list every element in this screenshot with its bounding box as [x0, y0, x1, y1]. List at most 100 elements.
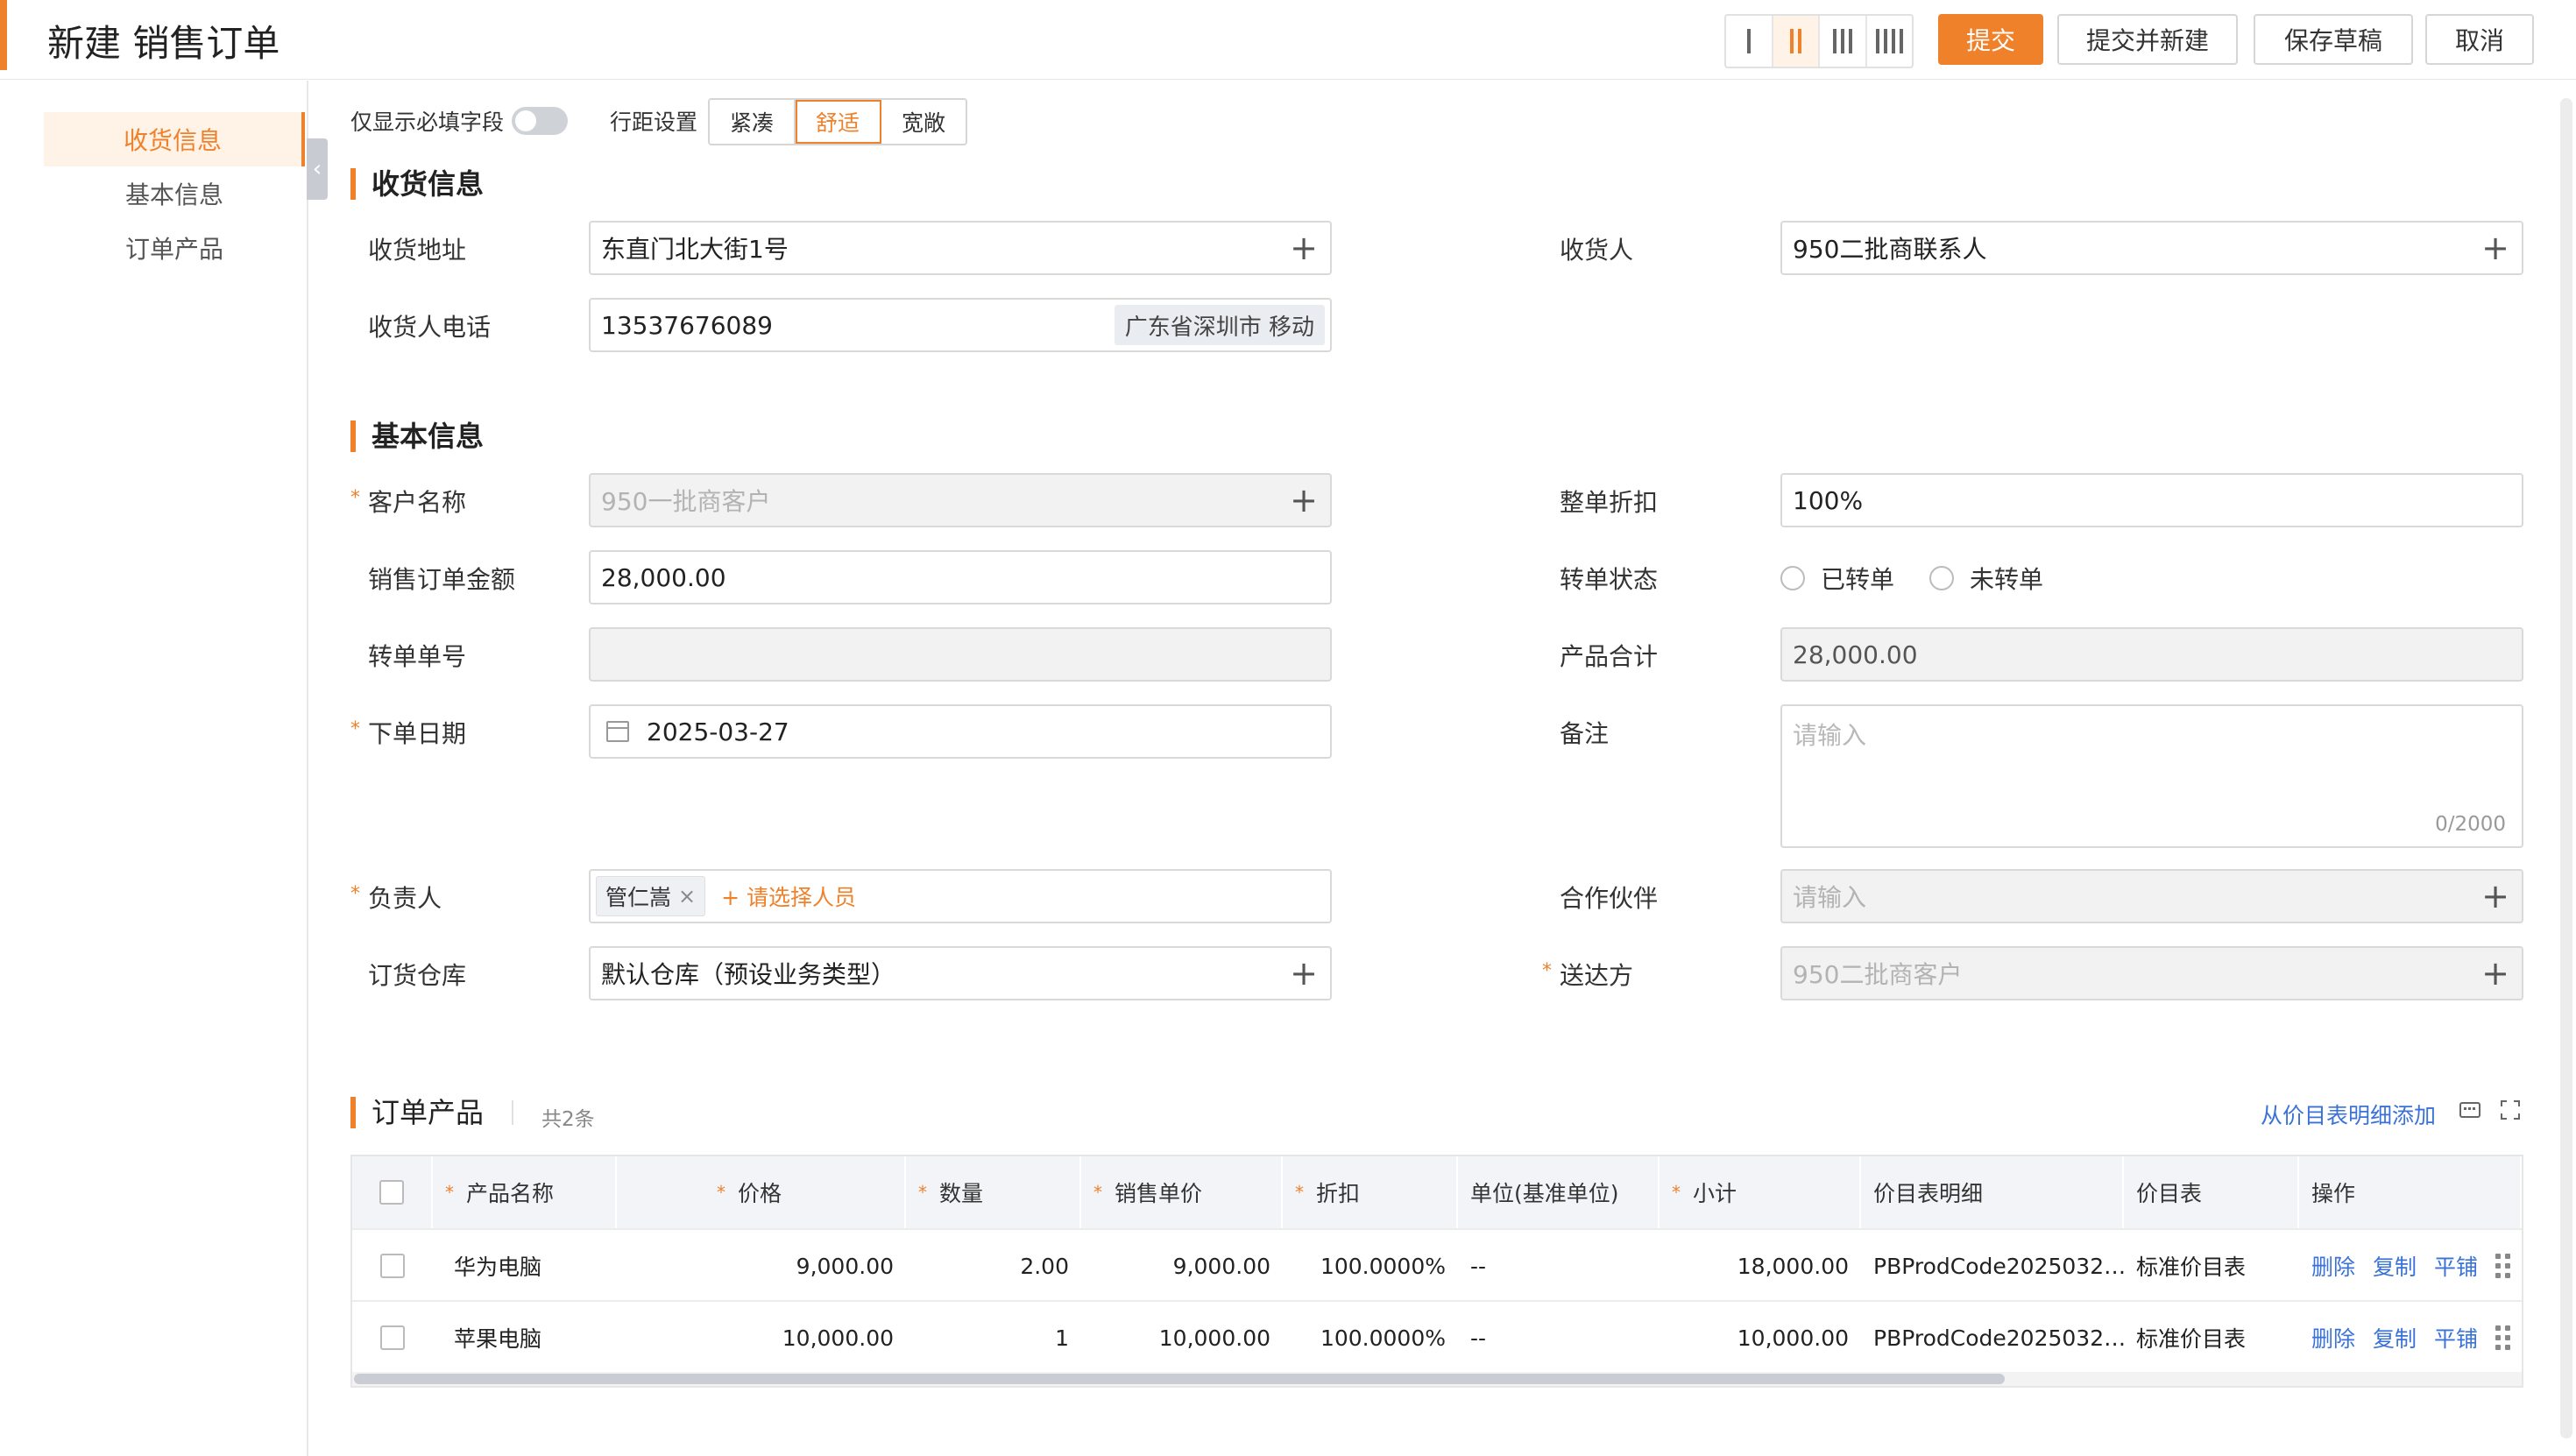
plus-icon[interactable]: + [1290, 231, 1318, 265]
cell-price: 9,000.00 [796, 1253, 894, 1279]
col-unit-price[interactable]: * 销售单价 [1081, 1156, 1283, 1228]
cell-quantity: 2.00 [1020, 1253, 1069, 1279]
owner-tag-label: 管仁嵩 [605, 885, 672, 910]
plus-icon[interactable]: + [2481, 880, 2509, 913]
copy-link[interactable]: 复制 [2373, 1250, 2417, 1282]
transfer-status-label: 转单状态 [1560, 565, 1659, 594]
cell-product-name: 苹果电脑 [454, 1326, 542, 1352]
products-table: * 产品名称 * 价格 * 数量 * 销售单价 * 折扣 单位(基准单位) * 小计 价目表… [350, 1155, 2523, 1388]
page-vertical-scrollbar[interactable] [2560, 98, 2572, 1438]
column-density-switcher [1724, 14, 1914, 68]
warehouse-label: 订货仓库 [368, 961, 467, 990]
discount-input[interactable]: 100% [1780, 473, 2523, 527]
owner-selector[interactable]: 管仁嵩 × + 请选择人员 [589, 869, 1332, 923]
cell-unit-price: 10,000.00 [1158, 1325, 1270, 1351]
cell-product-name: 华为电脑 [454, 1255, 542, 1280]
cell-quantity: 1 [1055, 1325, 1069, 1351]
four-column-button[interactable] [1867, 16, 1913, 67]
tile-link[interactable]: 平铺 [2434, 1322, 2478, 1354]
plus-icon[interactable]: + [1290, 957, 1318, 990]
product-count: 共2条 [541, 1108, 595, 1131]
amount-input[interactable]: 28,000.00 [589, 550, 1332, 604]
tile-link[interactable]: 平铺 [2434, 1250, 2478, 1282]
table-horizontal-scrollbar[interactable] [352, 1372, 2522, 1386]
cell-unit: -- [1470, 1325, 1487, 1351]
copy-link[interactable]: 复制 [2373, 1322, 2417, 1354]
warehouse-value: 默认仓库（预设业务类型） [601, 960, 896, 989]
order-date-picker[interactable]: 2025-03-27 [589, 704, 1332, 759]
cell-subtotal: 18,000.00 [1737, 1253, 1849, 1279]
nav-item-order-products[interactable]: 订单产品 [44, 221, 305, 275]
save-draft-button[interactable]: 保存草稿 [2254, 14, 2413, 65]
product-total-label: 产品合计 [1560, 642, 1659, 671]
scrollbar-thumb[interactable] [354, 1374, 2005, 1384]
three-column-button[interactable] [1820, 16, 1867, 67]
add-person-link[interactable]: + 请选择人员 [721, 880, 856, 912]
transfer-no-field [589, 627, 1332, 682]
fullscreen-icon[interactable] [2499, 1099, 2522, 1121]
cell-discount: 100.0000% [1320, 1253, 1446, 1279]
spacing-compact-option[interactable]: 紧凑 [710, 100, 796, 144]
two-column-button[interactable] [1773, 16, 1820, 67]
address-field[interactable]: 东直门北大街1号 + [589, 221, 1332, 275]
customer-label: 客户名称 [368, 488, 467, 517]
close-icon[interactable]: × [678, 884, 696, 908]
partner-field[interactable]: 请输入 + [1780, 869, 2523, 923]
phone-field[interactable]: 13537676089 广东省深圳市 移动 [589, 298, 1332, 352]
spacing-comfortable-option[interactable]: 舒适 [796, 100, 881, 144]
required-only-toggle[interactable] [512, 107, 568, 135]
add-from-pricebook-link[interactable]: 从价目表明细添加 [2261, 1099, 2436, 1130]
one-column-button[interactable] [1726, 16, 1773, 67]
nav-item-shipping-info[interactable]: 收货信息 [44, 112, 305, 166]
plus-icon[interactable]: + [2481, 231, 2509, 265]
spacing-loose-option[interactable]: 宽敞 [881, 100, 966, 144]
delete-link[interactable]: 删除 [2311, 1322, 2355, 1354]
col-discount[interactable]: * 折扣 [1283, 1156, 1458, 1228]
col-actions: 操作 [2299, 1156, 2522, 1228]
four-column-icon [1867, 29, 1913, 53]
submit-button[interactable]: 提交 [1938, 14, 2043, 65]
consignee-value: 950二批商联系人 [1793, 235, 1987, 264]
section-title-products: 订单产品 [350, 1097, 484, 1128]
plus-icon[interactable]: + [2481, 957, 2509, 990]
col-pricebook[interactable]: 价目表 [2124, 1156, 2299, 1228]
warehouse-field[interactable]: 默认仓库（预设业务类型） + [589, 946, 1332, 1000]
select-all-checkbox[interactable] [379, 1180, 404, 1205]
submit-and-new-button[interactable]: 提交并新建 [2057, 14, 2238, 65]
ship-to-field[interactable]: 950二批商客户 + [1780, 946, 2523, 1000]
table-header: * 产品名称 * 价格 * 数量 * 销售单价 * 折扣 单位(基准单位) * 小计 价目表… [352, 1156, 2522, 1228]
product-total-field: 28,000.00 [1780, 627, 2523, 682]
nav-item-basic-info[interactable]: 基本信息 [44, 166, 305, 221]
order-date-value: 2025-03-27 [647, 717, 789, 746]
cell-subtotal: 10,000.00 [1737, 1325, 1849, 1351]
col-quantity[interactable]: * 数量 [906, 1156, 1081, 1228]
discount-value: 100% [1793, 485, 1864, 515]
radio-not-transferred[interactable]: 未转单 [1929, 561, 2043, 596]
partner-placeholder: 请输入 [1793, 883, 1867, 912]
cell-pricebook-item: PBProdCode2025032… [1873, 1253, 2124, 1279]
col-product-name[interactable]: * 产品名称 [433, 1156, 617, 1228]
consignee-field[interactable]: 950二批商联系人 + [1780, 221, 2523, 275]
customer-field[interactable]: 950一批商客户 + [589, 473, 1332, 527]
drag-handle-icon[interactable] [2495, 1254, 2511, 1278]
owner-tag: 管仁嵩 × [596, 876, 706, 916]
col-price[interactable]: * 价格 [704, 1156, 906, 1228]
col-pricebook-item[interactable]: 价目表明细 [1861, 1156, 2124, 1228]
cell-pricebook-item: PBProdCode2025032… [1873, 1325, 2124, 1351]
cancel-button[interactable]: 取消 [2425, 14, 2534, 65]
row-checkbox[interactable] [380, 1254, 405, 1278]
radio-transferred[interactable]: 已转单 [1780, 561, 1894, 596]
col-subtotal[interactable]: * 小计 [1660, 1156, 1861, 1228]
sidebar-collapse-button[interactable]: ‹ [307, 138, 328, 200]
drag-handle-icon[interactable] [2495, 1325, 2511, 1350]
consignee-label: 收货人 [1560, 236, 1634, 265]
plus-icon[interactable]: + [1290, 484, 1318, 517]
col-unit[interactable]: 单位(基准单位) [1458, 1156, 1660, 1228]
delete-link[interactable]: 删除 [2311, 1250, 2355, 1282]
required-asterisk: * [350, 718, 360, 740]
row-checkbox[interactable] [380, 1325, 405, 1350]
cell-actions: 删除 复制 平铺 [2299, 1302, 2522, 1374]
partner-label: 合作伙伴 [1560, 884, 1659, 913]
remark-textarea[interactable]: 请输入 0/2000 [1780, 704, 2523, 848]
column-settings-icon[interactable] [2459, 1099, 2481, 1121]
